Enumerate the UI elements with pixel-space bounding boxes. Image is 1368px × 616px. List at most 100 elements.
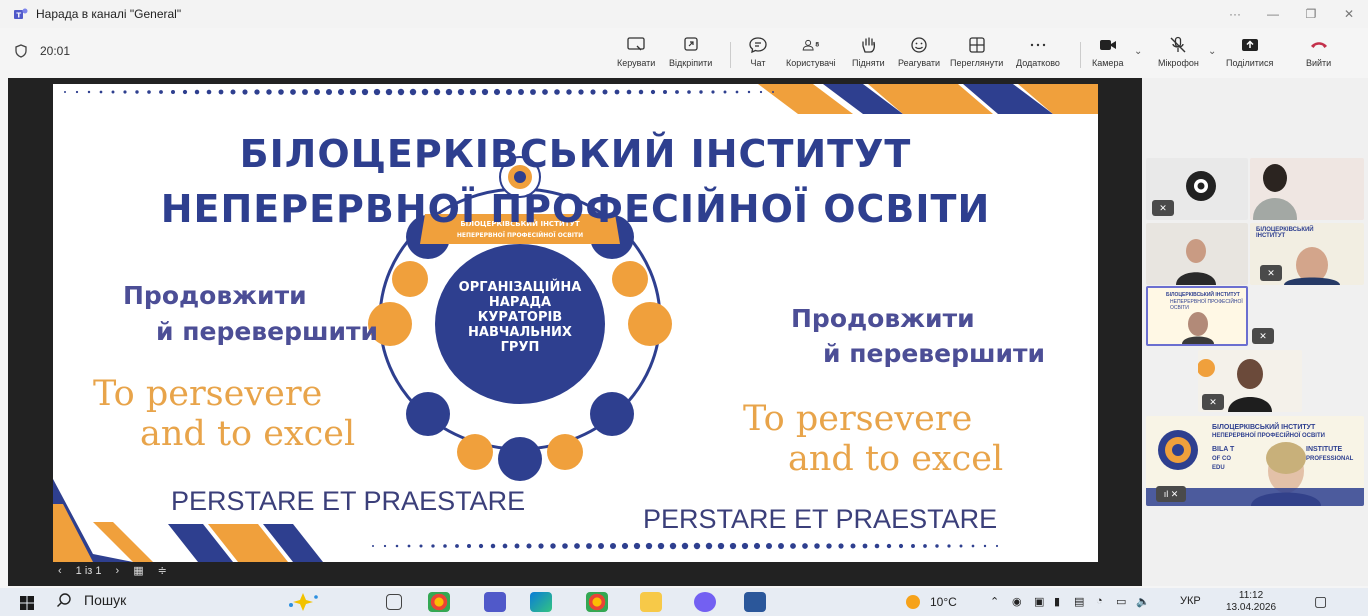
decor-dot — [538, 543, 544, 549]
meeting-timer: 20:01 — [14, 44, 70, 58]
raise-hand-button[interactable]: Підняти — [852, 36, 885, 68]
decor-dot — [759, 90, 763, 94]
window-titlebar: T Нарада в каналі "General" ··· — ❐ ✕ — [0, 0, 1368, 28]
copilot-sparkle-icon[interactable] — [283, 591, 323, 613]
timer-text: 20:01 — [40, 44, 71, 58]
taskbar-clock[interactable]: 11:12 13.04.2026 — [1226, 590, 1276, 614]
prev-slide-icon[interactable]: ‹ — [58, 565, 62, 577]
edge-icon[interactable] — [530, 592, 552, 612]
decor-dot — [711, 90, 715, 94]
dotted-line-bottom — [372, 542, 999, 550]
chrome-icon[interactable] — [428, 592, 450, 612]
tile-slide-text: НЕПЕРЕРВНОЇ ПРОФЕСІЙНОЇ ОСВІТИ — [1212, 433, 1325, 439]
battery-icon[interactable]: ▭ — [1116, 595, 1126, 608]
decor-dot — [723, 90, 727, 94]
close-button[interactable]: ✕ — [1330, 7, 1368, 21]
minimize-button[interactable]: — — [1254, 7, 1292, 21]
language-indicator[interactable]: УКР — [1180, 595, 1201, 607]
decor-dot — [574, 543, 580, 549]
wifi-icon[interactable]: ◔ — [1096, 595, 1103, 607]
leave-button[interactable]: Вийти — [1306, 36, 1331, 68]
mic-off-badge-icon: ✕ — [1202, 394, 1224, 410]
file-explorer-icon[interactable] — [640, 592, 662, 612]
participant-tile-2[interactable] — [1250, 158, 1364, 220]
tile-slide-text: PROFESSIONAL — [1306, 456, 1354, 462]
decor-dot — [493, 88, 501, 96]
grid-icon[interactable]: ▦ — [133, 564, 143, 577]
decor-dot — [935, 544, 939, 548]
participant-tile-3[interactable] — [1146, 223, 1248, 285]
decor-dot — [911, 544, 915, 548]
decor-dot — [526, 543, 532, 549]
slide-pager: ‹ 1 із 1 › ▦ ≑ — [58, 564, 181, 578]
decor-dot — [826, 543, 832, 549]
more-button[interactable]: Додатково — [1016, 36, 1060, 68]
participant-tile-4[interactable]: БІЛОЦЕРКІВСЬКИЙ ІНСТИТУТ ✕ — [1250, 223, 1364, 285]
search-icon — [57, 593, 71, 607]
weather-sun-icon[interactable] — [903, 593, 923, 611]
view-button[interactable]: Переглянути — [950, 36, 1003, 68]
decor-dot — [995, 544, 999, 548]
decor-dot — [562, 543, 568, 549]
decor-dot — [772, 91, 774, 93]
next-slide-icon[interactable]: › — [116, 565, 120, 577]
taskbar-search[interactable]: Пошук — [56, 592, 126, 608]
teams-taskbar-icon[interactable] — [484, 592, 506, 612]
react-button[interactable]: Реагувати — [898, 36, 940, 68]
slide-title-line2: НЕПЕРЕРВНОЇ ПРОФЕСІЙНОЇ ОСВІТИ — [160, 187, 991, 231]
decor-dot — [886, 543, 892, 549]
decor-dot — [586, 543, 592, 549]
chrome-profile-icon[interactable] — [586, 592, 608, 612]
window-controls: ··· — ❐ ✕ — [1216, 0, 1368, 28]
tray-mic-icon[interactable]: ▮ — [1054, 595, 1060, 608]
camera-button[interactable]: Камера — [1092, 36, 1123, 68]
tile-slide-text: OF CO — [1212, 456, 1231, 462]
decor-dot — [466, 543, 472, 549]
decor-dot — [478, 543, 484, 549]
users-button[interactable]: 8 Користувачі — [786, 36, 836, 68]
decor-dot — [814, 543, 820, 549]
motto-la-left: PERSTARE ET PRAESTARE — [171, 486, 526, 516]
mic-options-chevron-icon[interactable]: ⌄ — [1208, 46, 1216, 57]
mic-button[interactable]: Мікрофон — [1158, 36, 1199, 68]
tray-chevron-up-icon[interactable]: ⌃ — [990, 595, 999, 608]
decor-dot — [302, 89, 308, 95]
tray-device-icon[interactable]: ▣ — [1034, 595, 1044, 608]
decor-dot — [433, 88, 441, 96]
users-label: Користувачі — [786, 58, 836, 68]
tray-record-icon[interactable]: ◉ — [1012, 595, 1022, 608]
slide-counter: 1 із 1 — [75, 564, 102, 577]
windows-start-icon[interactable] — [20, 596, 34, 610]
camera-options-chevron-icon[interactable]: ⌄ — [1134, 46, 1142, 57]
viber-icon[interactable] — [694, 592, 716, 612]
chat-button[interactable]: Чат — [748, 36, 768, 68]
share-button[interactable]: Поділитися — [1226, 36, 1273, 68]
settings-sliders-icon[interactable]: ≑ — [158, 564, 167, 577]
notifications-icon[interactable]: ▢ — [1314, 593, 1327, 610]
volume-icon[interactable]: 🔈 — [1136, 595, 1150, 608]
decor-dot — [747, 90, 751, 94]
more-options-icon[interactable]: ··· — [1216, 7, 1254, 21]
restore-button[interactable]: ❐ — [1292, 7, 1330, 21]
dotted-line-top — [64, 88, 774, 96]
decor-dot — [971, 544, 975, 548]
decor-dot — [778, 543, 784, 549]
share-icon — [1241, 39, 1258, 51]
participant-tile-7[interactable]: БІЛОЦЕРКІВСЬКИЙ ІНСТИТУТ НЕПЕРЕРВНОЇ ПРО… — [1146, 416, 1364, 506]
tray-app-icon[interactable]: ▤ — [1074, 595, 1084, 608]
decor-dot — [361, 88, 369, 96]
manage-button[interactable]: Керувати — [617, 36, 655, 68]
clock-date: 13.04.2026 — [1226, 602, 1277, 613]
unpin-button[interactable]: Відкріпити — [669, 36, 712, 68]
decor-dot — [717, 542, 725, 550]
mic-off-icon — [1170, 36, 1186, 53]
participant-tile-1[interactable]: ✕ — [1146, 158, 1248, 220]
task-view-icon[interactable] — [386, 594, 402, 610]
decor-dot — [550, 543, 556, 549]
temperature[interactable]: 10°C — [930, 595, 957, 609]
tile-slide-text: INSTITUTE — [1306, 446, 1343, 453]
participant-tile-5-active[interactable]: БІЛОЦЕРКІВСЬКИЙ ІНСТИТУТ НЕПЕРЕРВНОЇ ПРО… — [1146, 286, 1248, 346]
word-icon[interactable] — [744, 592, 766, 612]
participant-tile-6[interactable]: ✕ — [1198, 350, 1302, 412]
hang-up-icon — [1310, 42, 1327, 48]
